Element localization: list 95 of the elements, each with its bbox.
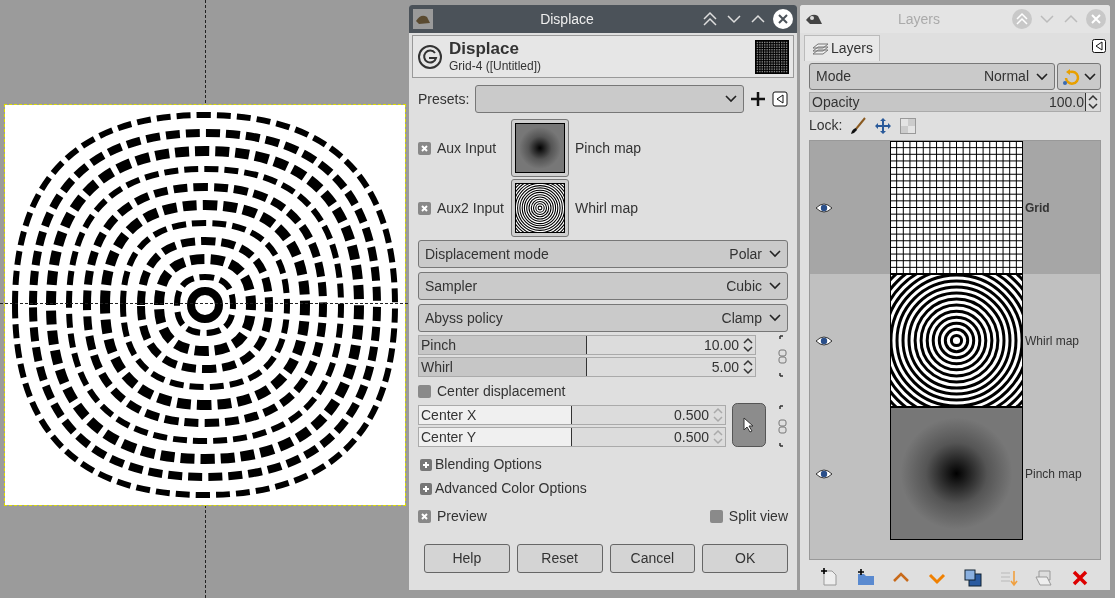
chain-icon[interactable] — [778, 405, 788, 447]
slider-field[interactable]: Whirl 5.00 — [418, 357, 756, 377]
eye-icon[interactable] — [815, 334, 833, 347]
pointer-icon — [742, 417, 756, 433]
brush-icon[interactable] — [850, 116, 867, 135]
slider-field[interactable]: Center X 0.500 — [418, 405, 726, 425]
slider-value: 0.500 — [673, 428, 710, 446]
chain-icon[interactable] — [778, 335, 788, 377]
input-label: Aux Input — [437, 138, 498, 158]
menu-icon[interactable] — [772, 91, 788, 107]
reset-icon — [1062, 67, 1080, 86]
caret-icon — [769, 250, 781, 258]
checkbox[interactable] — [418, 201, 431, 215]
checkbox-label: Split view — [728, 507, 788, 526]
pick-button[interactable] — [732, 403, 766, 447]
input-label: Aux2 Input — [437, 198, 505, 218]
new-layer-icon[interactable] — [819, 568, 840, 588]
slider-fill[interactable] — [419, 406, 572, 424]
layer-row[interactable]: Grid — [810, 141, 1100, 274]
map-name: Pinch map — [575, 138, 642, 158]
expand-icon[interactable] — [420, 482, 432, 495]
dropdown-value: Cubic — [726, 276, 762, 296]
caret-icon — [769, 314, 781, 322]
dropdown[interactable]: Displacement mode Polar — [418, 240, 788, 268]
keep-above-icon[interactable] — [701, 10, 719, 28]
dialog-heading: Displace — [449, 39, 520, 59]
layer-preview — [755, 39, 789, 74]
slider-value: 5.00 — [711, 358, 740, 376]
dialog-button[interactable]: Reset — [516, 544, 603, 573]
eye-icon[interactable] — [815, 201, 833, 214]
presets-dropdown[interactable] — [475, 85, 744, 113]
dropdown-value: Clamp — [721, 308, 762, 328]
checkbox-label: Center displacement — [437, 382, 566, 401]
duplicate-icon[interactable] — [962, 568, 983, 588]
window-title: Displace — [539, 9, 595, 29]
checkbox-label: Preview — [437, 507, 488, 526]
caret-icon — [1084, 72, 1096, 81]
dropdown[interactable]: Abyss policy Clamp — [418, 304, 788, 332]
layer-name: Grid — [1025, 199, 1050, 217]
move-icon[interactable] — [874, 116, 893, 135]
filter-icon — [417, 43, 443, 70]
add-icon[interactable] — [750, 91, 766, 107]
expand-icon[interactable] — [420, 458, 432, 471]
slider-label: Center Y — [420, 428, 476, 446]
caret-icon — [1036, 72, 1048, 81]
spin-arrows-icon[interactable] — [741, 358, 755, 376]
dropdown[interactable]: Sampler Cubic — [418, 272, 788, 300]
menu-icon[interactable] — [1092, 39, 1106, 53]
image-name: Grid-4 ([Untitled]) — [449, 58, 543, 74]
lock-label: Lock: — [809, 116, 843, 135]
layer-name: Whirl map — [1025, 332, 1079, 350]
mode-dropdown[interactable]: Mode Normal — [809, 63, 1055, 90]
dropdown-value: Normal — [983, 67, 1029, 86]
slider-fill[interactable] — [419, 336, 587, 354]
dialog-button[interactable]: Cancel — [609, 544, 696, 573]
slider-value: 100.0 — [1048, 93, 1085, 111]
spin-arrows-icon[interactable] — [741, 336, 755, 354]
slider-field[interactable]: Center Y 0.500 — [418, 427, 726, 447]
checkbox[interactable] — [418, 141, 431, 155]
opacity-field[interactable]: Opacity 100.0 — [809, 92, 1101, 112]
dropdown-value: Polar — [729, 244, 762, 264]
checkbox[interactable] — [418, 385, 431, 398]
slider-label: Whirl — [420, 358, 453, 376]
dialog-button[interactable]: OK — [702, 544, 788, 573]
map-name: Whirl map — [575, 198, 638, 218]
dropdown-label: Sampler — [425, 276, 479, 296]
close-icon[interactable] — [773, 9, 793, 29]
layers-tab[interactable]: Layers — [804, 35, 881, 61]
eye-icon[interactable] — [815, 467, 833, 480]
expander-label[interactable]: Blending Options — [435, 454, 542, 475]
checkbox[interactable] — [418, 510, 431, 523]
slider-label: Center X — [420, 406, 477, 424]
slider-value: 10.00 — [703, 336, 740, 354]
checkbox[interactable] — [709, 510, 723, 523]
caret-icon — [725, 95, 737, 103]
presets-label: Presets: — [418, 89, 470, 109]
window-title: Layers — [897, 9, 941, 29]
dropdown-label: Abyss policy — [425, 308, 504, 328]
map-thumbnail[interactable] — [511, 119, 569, 177]
caret-icon — [769, 282, 781, 290]
slider-fill[interactable] — [419, 358, 587, 376]
expander-label[interactable]: Advanced Color Options — [435, 478, 587, 499]
dropdown-label: Mode — [816, 67, 853, 86]
new-group-icon[interactable] — [855, 568, 876, 588]
slider-value: 0.500 — [673, 406, 710, 424]
slider-label: Opacity — [811, 93, 860, 111]
dialog-button[interactable]: Help — [424, 544, 510, 573]
dropdown-label: Displacement mode — [425, 244, 550, 264]
spin-arrows-icon[interactable] — [1086, 93, 1100, 111]
slider-label: Pinch — [420, 336, 457, 354]
app-icon — [413, 9, 433, 29]
layer-name: Pinch map — [1025, 465, 1082, 483]
slider-field[interactable]: Pinch 10.00 — [418, 335, 756, 355]
slider-fill[interactable] — [419, 428, 572, 446]
map-thumbnail[interactable] — [511, 179, 569, 237]
